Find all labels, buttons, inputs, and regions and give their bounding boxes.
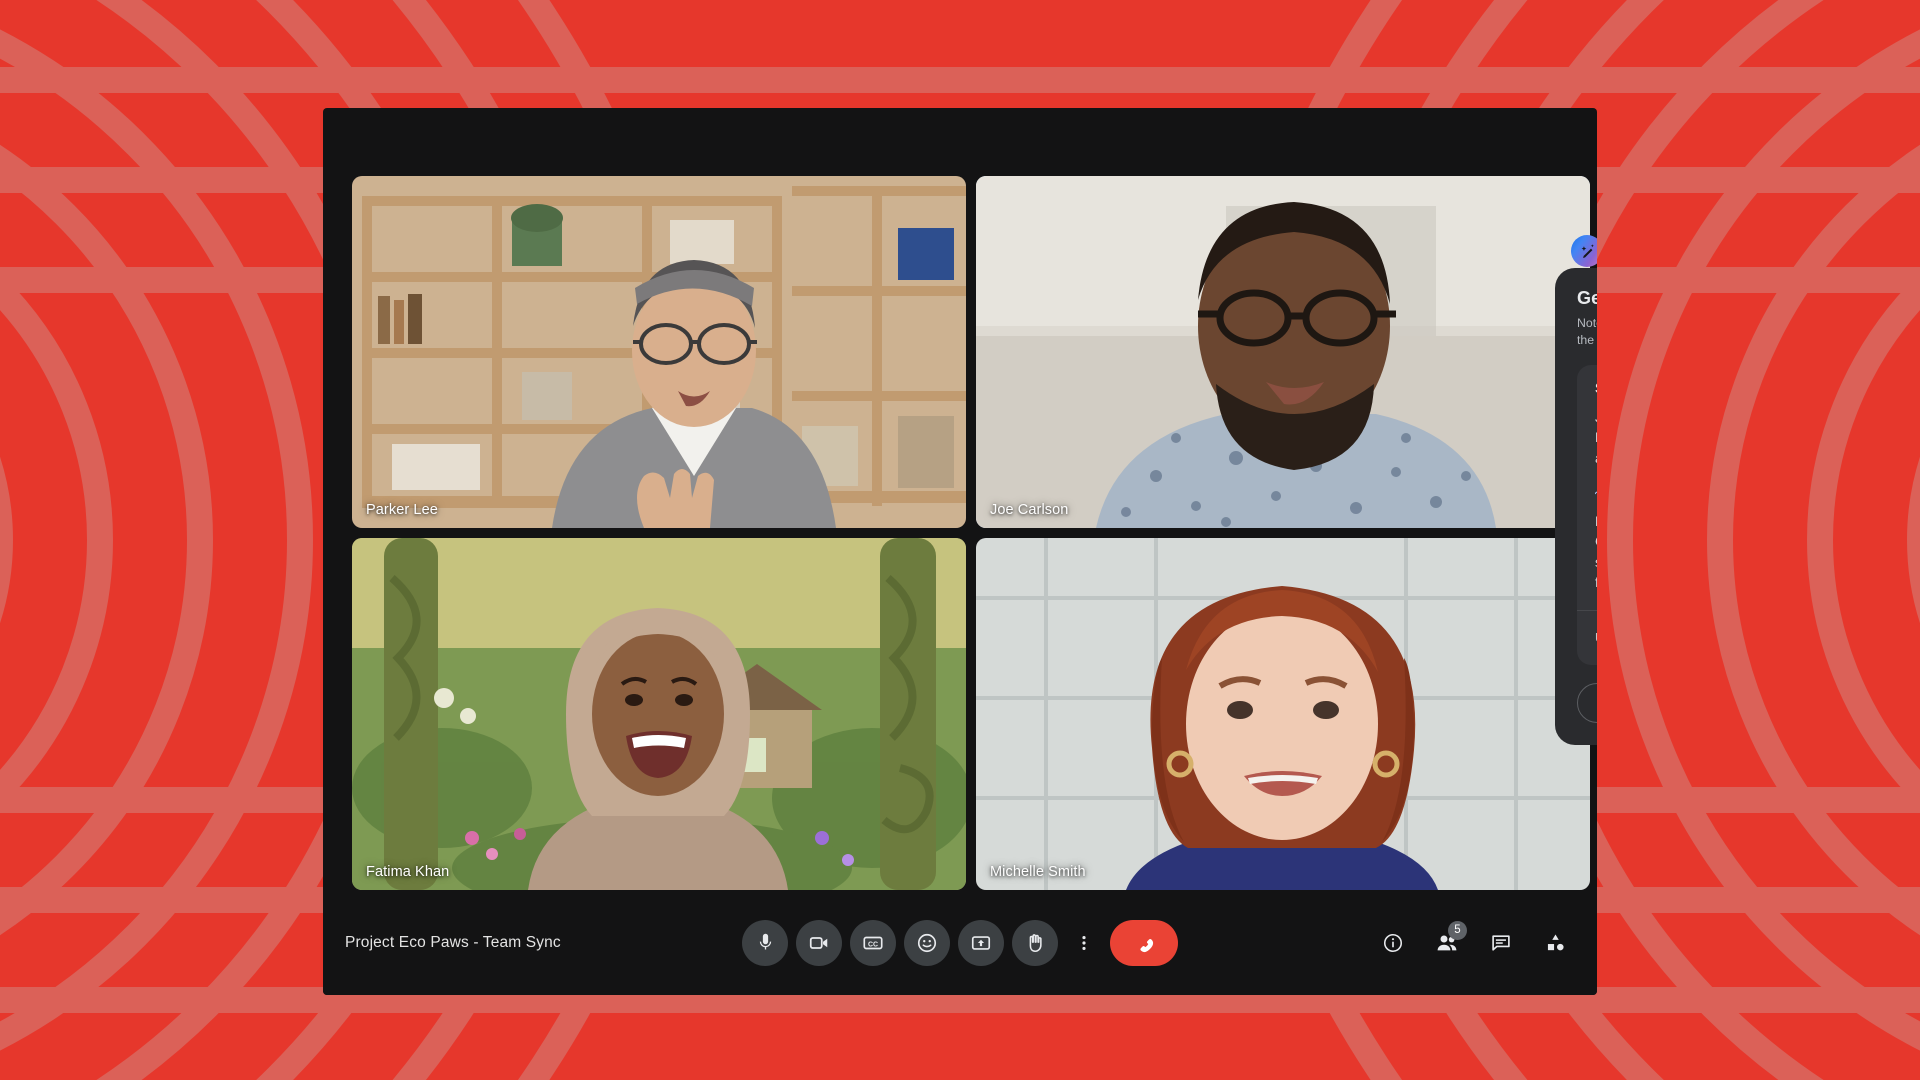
gemini-notes-panel: Gemini is taking notes Notes will be sha… <box>1555 268 1597 745</box>
participant-video-fatima-khan <box>352 538 966 890</box>
people-count-badge: 5 <box>1448 921 1467 940</box>
summary-meta-row: Updated 4 min ago <box>1577 610 1597 665</box>
summary-text: Joe gives a short introduction and then … <box>1595 408 1597 469</box>
summary-heading: Summary so far <box>1595 381 1597 397</box>
summary-card: Summary so far Joe gives a short introdu… <box>1577 365 1597 665</box>
participant-video-parker-lee <box>352 176 966 528</box>
secondary-controls: 5 <box>1373 923 1575 963</box>
panel-subtitle: Notes will be shared after the meeting a… <box>1577 315 1597 350</box>
primary-controls: CC <box>742 920 1178 966</box>
video-tile-joe-carlson[interactable]: Joe Carlson <box>976 176 1590 528</box>
chat-button[interactable] <box>1481 923 1521 963</box>
closed-caption-icon: CC <box>862 932 884 954</box>
meeting-title: Project Eco Paws - Team Sync <box>345 934 561 952</box>
present-button[interactable] <box>958 920 1004 966</box>
raise-hand-icon <box>1024 932 1046 954</box>
people-button[interactable]: 5 <box>1427 923 1467 963</box>
info-icon <box>1382 932 1404 954</box>
updated-timestamp: Updated 4 min ago <box>1595 631 1597 645</box>
end-call-icon <box>1131 930 1157 956</box>
tile-name-label: Fatima Khan <box>366 864 449 880</box>
squiggle-left-icon <box>1595 489 1597 499</box>
meeting-control-bar: Project Eco Paws - Team Sync CC <box>323 890 1597 995</box>
emoji-smiley-icon <box>916 932 938 954</box>
tile-name-label: Joe Carlson <box>990 502 1068 518</box>
video-camera-icon <box>808 932 830 954</box>
svg-text:CC: CC <box>868 941 878 948</box>
latest-update-text: Fatima and Michelle have placed an order… <box>1595 512 1597 594</box>
microphone-button[interactable] <box>742 920 788 966</box>
video-tile-fatima-khan[interactable]: Fatima Khan <box>352 538 966 890</box>
activities-icon <box>1544 931 1567 954</box>
chat-icon <box>1490 932 1512 954</box>
captions-button[interactable]: CC <box>850 920 896 966</box>
tile-name-label: Michelle Smith <box>990 864 1086 880</box>
present-screen-icon <box>970 932 992 954</box>
gemini-badge-button[interactable] <box>1571 235 1597 267</box>
more-vertical-icon <box>1074 933 1094 953</box>
video-tile-michelle-smith[interactable]: Michelle Smith <box>976 538 1590 890</box>
end-call-button[interactable] <box>1110 920 1178 966</box>
meet-app-window: Parker Lee <box>323 108 1597 995</box>
gemini-magic-wand-icon <box>1578 242 1597 261</box>
participant-video-joe-carlson <box>976 176 1590 528</box>
video-tile-parker-lee[interactable]: Parker Lee <box>352 176 966 528</box>
participant-video-michelle-smith <box>976 538 1590 890</box>
microphone-icon <box>755 932 776 953</box>
reactions-button[interactable] <box>904 920 950 966</box>
more-options-button[interactable] <box>1066 920 1102 966</box>
panel-title: Gemini is taking notes <box>1577 288 1597 309</box>
stop-taking-notes-button[interactable]: Stop taking notes <box>1577 683 1597 723</box>
activities-button[interactable] <box>1535 923 1575 963</box>
video-tile-grid: Parker Lee <box>338 176 1582 890</box>
meeting-details-button[interactable] <box>1373 923 1413 963</box>
raise-hand-button[interactable] <box>1012 920 1058 966</box>
camera-button[interactable] <box>796 920 842 966</box>
latest-update-divider: Latest update <box>1595 486 1597 501</box>
tile-name-label: Parker Lee <box>366 502 438 518</box>
